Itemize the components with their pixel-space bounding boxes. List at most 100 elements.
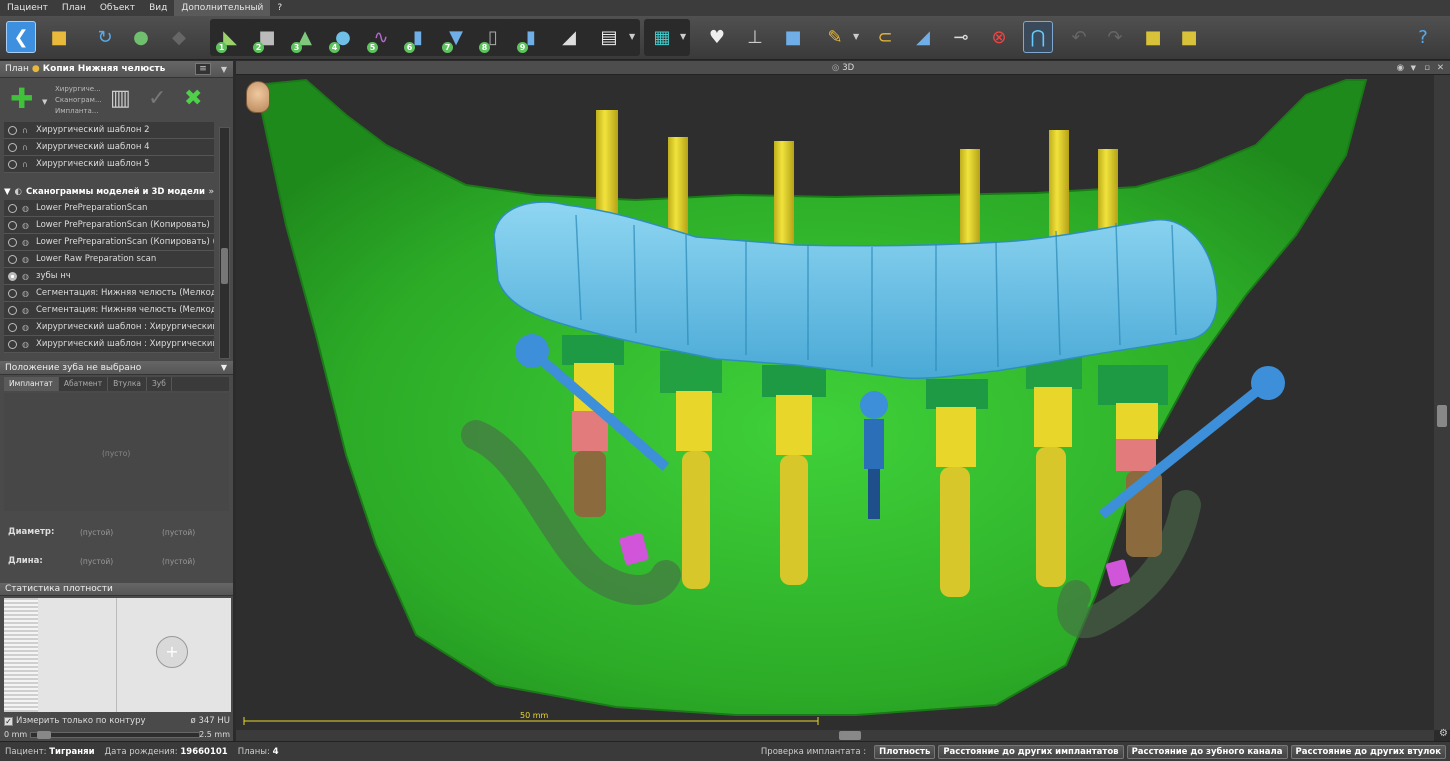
step-6-button[interactable]: ▮ 6: [403, 21, 433, 53]
viewport-horizontal-scrollbar[interactable]: ⚙: [236, 728, 1448, 741]
density-button[interactable]: Плотность: [874, 744, 936, 759]
add-dropdown-icon[interactable]: ▼: [42, 98, 47, 106]
radio-icon[interactable]: [8, 203, 17, 213]
settings-gear-icon[interactable]: ⚙: [1439, 728, 1448, 739]
list-item[interactable]: ◍ Хирургический шаблон : Хирургический ..…: [4, 319, 214, 336]
export-button[interactable]: ■: [1174, 21, 1204, 53]
visibility-dropdown-icon[interactable]: ▼: [1411, 61, 1416, 75]
tab-tooth[interactable]: Зуб: [147, 377, 172, 391]
menu-patient[interactable]: Пациент: [0, 0, 55, 16]
list-item[interactable]: ◍ Lower PrePreparationScan (Копировать): [4, 217, 214, 234]
nerve-marker-right[interactable]: [1105, 559, 1131, 587]
minimize-icon[interactable]: ▫: [1424, 61, 1430, 75]
import-button[interactable]: ■: [1138, 21, 1168, 53]
implant-distance-button[interactable]: Расстояние до других имплантатов: [938, 744, 1124, 759]
list-item[interactable]: ◍ Lower Raw Preparation scan: [4, 251, 214, 268]
open-folder-button[interactable]: ■: [44, 21, 74, 53]
range-slider[interactable]: [30, 731, 200, 739]
radio-icon[interactable]: [8, 322, 17, 332]
list-item[interactable]: ◍ Сегментация: Нижняя челюсть (Мелкоди...: [4, 285, 214, 302]
radio-icon[interactable]: [8, 339, 17, 349]
radio-icon[interactable]: [8, 305, 17, 315]
radio-icon[interactable]: [8, 159, 17, 169]
diameter-value-2[interactable]: (пустой): [162, 528, 195, 537]
undo-button[interactable]: ↶: [1064, 21, 1094, 53]
close-icon[interactable]: ✕: [1437, 61, 1444, 75]
menu-plan[interactable]: План: [55, 0, 93, 16]
tab-abutment[interactable]: Абатмент: [59, 377, 109, 391]
radio-icon[interactable]: [8, 142, 17, 152]
viewport-canvas[interactable]: 50 mm: [236, 75, 1434, 730]
measure-button[interactable]: ✎: [820, 21, 850, 53]
list-item[interactable]: ∩ Хирургический шаблон 5: [4, 156, 214, 173]
pin-button[interactable]: ⊸: [946, 21, 976, 53]
print-dropdown-arrow[interactable]: ▼: [629, 32, 637, 41]
step-2-button[interactable]: ■ 2: [252, 21, 282, 53]
object-list-scroll-thumb[interactable]: [221, 248, 228, 284]
layout-button[interactable]: ▦: [647, 21, 677, 53]
redo-button[interactable]: ↷: [1100, 21, 1130, 53]
list-item[interactable]: ∩ Хирургический шаблон 4: [4, 139, 214, 156]
menu-object[interactable]: Объект: [93, 0, 142, 16]
arch-button[interactable]: ⋂: [1023, 21, 1053, 53]
add-object-button[interactable]: ✚: [10, 85, 33, 113]
back-button[interactable]: ❮: [6, 21, 36, 53]
step-8-button[interactable]: ▯ 8: [478, 21, 508, 53]
step-4-button[interactable]: ● 4: [328, 21, 358, 53]
diameter-value-1[interactable]: (пустой): [80, 528, 113, 537]
scans-section-header[interactable]: ▼ ◐ Сканограммы моделей и 3D модели »: [4, 183, 214, 200]
list-item[interactable]: ◍ Lower PrePreparationScan (Копировать) (…: [4, 234, 214, 251]
radio-icon[interactable]: [8, 254, 17, 264]
viewport-3d[interactable]: 50 mm: [236, 75, 1434, 730]
check-button[interactable]: ✓: [148, 86, 166, 111]
radio-icon[interactable]: [8, 288, 17, 298]
tab-implant[interactable]: Имплантат: [4, 377, 59, 391]
step-5-button[interactable]: ∿ 5: [366, 21, 396, 53]
distance-button[interactable]: ⊂: [870, 21, 900, 53]
guide-button[interactable]: ◢: [554, 21, 584, 53]
globe-button[interactable]: ●: [126, 21, 156, 53]
tooth-panel-dropdown-icon[interactable]: ▼: [221, 363, 227, 372]
step-9-button[interactable]: ▮ 9: [516, 21, 546, 53]
tab-sleeve[interactable]: Втулка: [108, 377, 147, 391]
collapse-double-icon[interactable]: »: [209, 187, 215, 197]
plan-menu-icon[interactable]: ≡: [195, 63, 211, 75]
canal-distance-button[interactable]: Расстояние до зубного канала: [1126, 744, 1288, 759]
list-item[interactable]: ∩ Хирургический шаблон 2: [4, 122, 214, 139]
delete-button[interactable]: ▥: [110, 86, 131, 111]
stamp-button[interactable]: ⊥: [740, 21, 770, 53]
list-item[interactable]: ◍ Lower PrePreparationScan: [4, 200, 214, 217]
plan-dropdown-icon[interactable]: ▼: [221, 65, 227, 74]
step-7-button[interactable]: ▼ 7: [441, 21, 471, 53]
menu-view[interactable]: Вид: [142, 0, 174, 16]
radio-icon[interactable]: [8, 220, 17, 230]
layout-dropdown-arrow[interactable]: ▼: [680, 32, 688, 41]
print-button[interactable]: ▤: [594, 21, 624, 53]
menu-additional[interactable]: Дополнительный: [174, 0, 271, 16]
head-orientation-icon[interactable]: [246, 81, 270, 113]
visibility-icon[interactable]: ◉: [1397, 61, 1404, 75]
object-list-scrollbar[interactable]: [219, 127, 230, 359]
radio-icon[interactable]: [8, 125, 17, 135]
disabled-tool-button[interactable]: ◆: [164, 21, 194, 53]
measure-dropdown-arrow[interactable]: ▼: [853, 32, 861, 41]
viewport-hscroll-thumb[interactable]: [839, 731, 861, 740]
viewport-vscroll-thumb[interactable]: [1437, 405, 1447, 427]
radio-icon[interactable]: [8, 237, 17, 247]
viewport-vertical-scrollbar[interactable]: [1434, 75, 1450, 730]
radio-selected-icon[interactable]: [8, 271, 17, 281]
length-value-1[interactable]: (пустой): [80, 557, 113, 566]
step-1-button[interactable]: ◣ 1: [215, 21, 245, 53]
collapse-triangle-icon[interactable]: ▼: [4, 187, 11, 197]
angle-button[interactable]: ◢: [908, 21, 938, 53]
tooth-button[interactable]: ♥: [702, 21, 732, 53]
list-item[interactable]: ◍ зубы нч: [4, 268, 214, 285]
list-item[interactable]: ◍ Сегментация: Нижняя челюсть (Мелкоди...: [4, 302, 214, 319]
crosshair-icon[interactable]: +: [156, 636, 188, 668]
range-slider-thumb[interactable]: [37, 731, 51, 739]
menu-help[interactable]: ?: [270, 0, 289, 16]
box-button[interactable]: ■: [778, 21, 808, 53]
link-button[interactable]: ↻: [90, 21, 120, 53]
remove-button[interactable]: ⊗: [984, 21, 1014, 53]
list-item[interactable]: ◍ Хирургический шаблон : Хирургический ..…: [4, 336, 214, 353]
